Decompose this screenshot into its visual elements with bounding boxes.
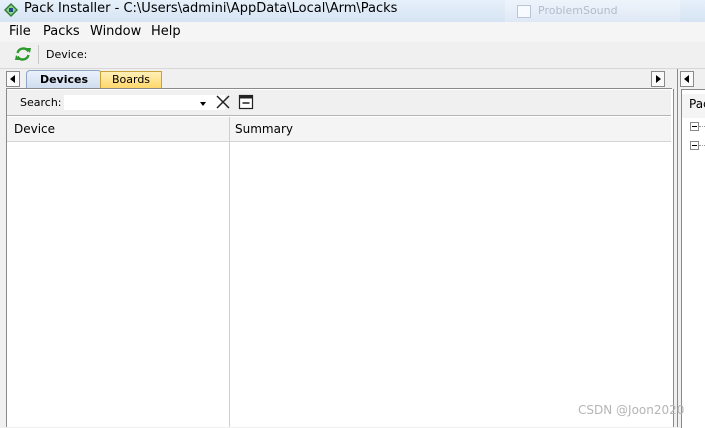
tabs-scroll-right-button[interactable] — [651, 71, 665, 87]
background-window-icon — [517, 5, 531, 18]
pack-installer-app-icon — [4, 3, 18, 17]
tab-boards[interactable]: Boards — [100, 71, 162, 88]
tree-collapse-toggle[interactable] — [690, 122, 699, 131]
chevron-left-icon — [684, 75, 689, 83]
menu-packs[interactable]: Packs — [43, 24, 80, 39]
clear-search-icon[interactable] — [216, 95, 230, 109]
collapse-all-icon[interactable] — [238, 94, 254, 110]
packs-panel — [681, 89, 705, 428]
search-label: Search: — [20, 96, 62, 109]
chevron-right-icon — [656, 75, 661, 83]
tree-line — [699, 126, 705, 127]
tree-collapse-toggle[interactable] — [690, 141, 699, 150]
refresh-icon[interactable] — [14, 45, 32, 63]
toolbar-device-label: Device: — [46, 48, 88, 61]
search-dropdown-icon[interactable] — [200, 102, 206, 106]
column-divider[interactable] — [229, 117, 230, 427]
menu-bar: File Packs Window Help — [0, 22, 705, 42]
background-window-text: ProblemSound — [538, 4, 618, 17]
tree-line — [699, 145, 705, 146]
column-header-device[interactable]: Device — [14, 122, 55, 136]
watermark-text: CSDN @Joon2020 — [578, 403, 685, 417]
pane-splitter[interactable] — [677, 69, 678, 427]
menu-window[interactable]: Window — [90, 24, 141, 39]
toolbar — [0, 42, 705, 69]
device-table-header — [7, 117, 671, 142]
toolbar-separator — [38, 45, 39, 64]
tabs-scroll-left-button[interactable] — [6, 71, 20, 87]
menu-file[interactable]: File — [9, 24, 31, 39]
packs-column-header[interactable]: Pac — [689, 97, 705, 111]
right-tabs-scroll-left-button[interactable] — [680, 71, 694, 87]
chevron-left-icon — [10, 75, 15, 83]
window-title: Pack Installer - C:\Users\admini\AppData… — [24, 1, 398, 16]
column-header-summary[interactable]: Summary — [235, 122, 293, 136]
tab-devices[interactable]: Devices — [26, 70, 102, 89]
menu-help[interactable]: Help — [151, 24, 181, 39]
